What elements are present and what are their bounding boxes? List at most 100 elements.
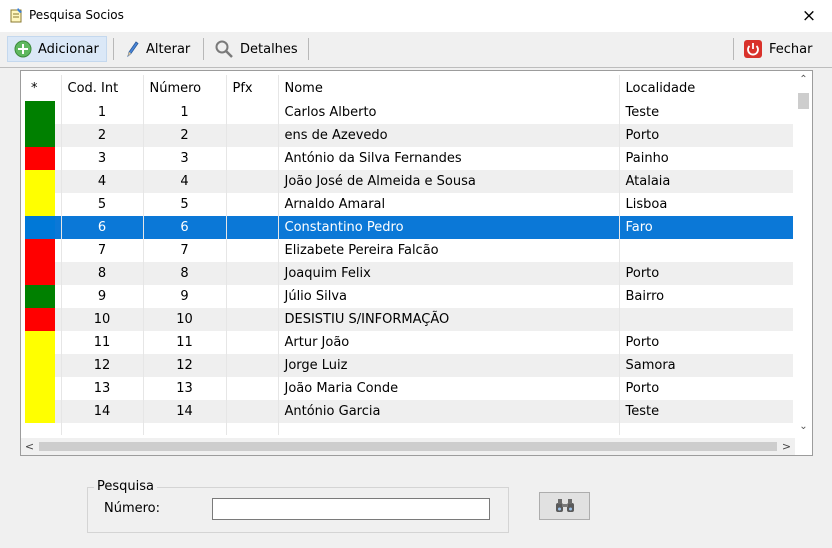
pfx-cell	[226, 124, 279, 147]
empty-cell	[278, 423, 620, 435]
vertical-scroll-thumb[interactable]	[798, 93, 809, 109]
table-row[interactable]: 6 6 Constantino Pedro Faro	[25, 216, 793, 239]
table-row[interactable]: 14 14 António Garcia Teste	[25, 400, 793, 423]
column-header-nome[interactable]: Nome	[278, 75, 620, 101]
members-table: * Cod. Int Número Pfx Nome Localidade 11…	[25, 75, 793, 435]
cod-int-cell: 7	[61, 239, 144, 262]
row-marker-cell	[25, 354, 62, 377]
status-marker	[25, 308, 55, 331]
table-row-empty	[25, 423, 793, 435]
localidade-cell: Lisboa	[619, 193, 793, 216]
pfx-cell	[226, 193, 279, 216]
nome-cell: Constantino Pedro	[278, 216, 620, 239]
column-header-pfx[interactable]: Pfx	[226, 75, 279, 101]
close-button-label: Fechar	[769, 41, 813, 57]
empty-cell	[619, 423, 793, 435]
nome-cell: Júlio Silva	[278, 285, 620, 308]
toolbar-separator	[733, 38, 734, 60]
toolbar-separator	[113, 38, 114, 60]
pfx-cell	[226, 331, 279, 354]
empty-cell	[226, 423, 279, 435]
find-button[interactable]	[539, 492, 590, 520]
row-marker-cell	[25, 216, 62, 239]
column-header-numero[interactable]: Número	[143, 75, 227, 101]
scroll-up-icon[interactable]: ⌃	[795, 71, 812, 88]
cod-int-cell: 5	[61, 193, 144, 216]
localidade-cell: Teste	[619, 400, 793, 423]
nome-cell: Elizabete Pereira Falcão	[278, 239, 620, 262]
table-row[interactable]: 8 8 Joaquim Felix Porto	[25, 262, 793, 285]
table-row[interactable]: 2 2 ens de Azevedo Porto	[25, 124, 793, 147]
window-title: Pesquisa Socios	[29, 8, 124, 22]
window-close-button[interactable]: ×	[794, 4, 824, 28]
add-circle-icon	[14, 40, 32, 58]
notepad-icon	[8, 7, 24, 23]
row-marker-cell	[25, 400, 62, 423]
scroll-down-icon[interactable]: ⌄	[795, 418, 812, 435]
add-button[interactable]: Adicionar	[7, 36, 107, 62]
vertical-scrollbar[interactable]: ⌃ ⌄	[795, 71, 812, 435]
status-marker	[25, 262, 55, 285]
empty-cell	[143, 423, 227, 435]
localidade-cell: Porto	[619, 262, 793, 285]
pfx-cell	[226, 101, 279, 124]
table-row[interactable]: 1 1 Carlos Alberto Teste	[25, 101, 793, 124]
title-bar: Pesquisa Socios ×	[0, 0, 832, 32]
row-marker-cell	[25, 262, 62, 285]
nome-cell: Joaquim Felix	[278, 262, 620, 285]
toolbar-separator	[203, 38, 204, 60]
edit-button[interactable]: Alterar	[118, 36, 196, 62]
table-row[interactable]: 11 11 Artur João Porto	[25, 331, 793, 354]
close-button[interactable]: Fechar	[737, 36, 818, 62]
toolbar: Adicionar Alterar Detalhes Fechar	[0, 32, 832, 68]
horizontal-scroll-thumb[interactable]	[39, 442, 777, 451]
nome-cell: DESISTIU S/INFORMAÇÃO	[278, 308, 620, 331]
members-grid[interactable]: * Cod. Int Número Pfx Nome Localidade 11…	[20, 70, 813, 456]
localidade-cell	[619, 308, 793, 331]
numero-cell: 10	[143, 308, 227, 331]
column-header-cod-int[interactable]: Cod. Int	[61, 75, 144, 101]
numero-cell: 5	[143, 193, 227, 216]
empty-cell	[25, 423, 62, 435]
pfx-cell	[226, 262, 279, 285]
column-header-localidade[interactable]: Localidade	[619, 75, 793, 101]
numero-cell: 12	[143, 354, 227, 377]
localidade-cell: Samora	[619, 354, 793, 377]
table-row[interactable]: 13 13 João Maria Conde Porto	[25, 377, 793, 400]
details-button[interactable]: Detalhes	[208, 36, 304, 62]
power-icon	[744, 40, 762, 58]
status-marker	[25, 354, 55, 377]
table-row[interactable]: 10 10 DESISTIU S/INFORMAÇÃO	[25, 308, 793, 331]
localidade-cell: Atalaia	[619, 170, 793, 193]
pfx-cell	[226, 147, 279, 170]
table-row[interactable]: 12 12 Jorge Luiz Samora	[25, 354, 793, 377]
binoculars-icon	[555, 499, 574, 512]
table-row[interactable]: 9 9 Júlio Silva Bairro	[25, 285, 793, 308]
cod-int-cell: 6	[61, 216, 144, 239]
nome-cell: ens de Azevedo	[278, 124, 620, 147]
table-row[interactable]: 5 5 Arnaldo Amaral Lisboa	[25, 193, 793, 216]
numero-cell: 6	[143, 216, 227, 239]
cod-int-cell: 10	[61, 308, 144, 331]
horizontal-scrollbar[interactable]: < >	[21, 438, 795, 455]
numero-cell: 8	[143, 262, 227, 285]
numero-cell: 2	[143, 124, 227, 147]
table-row[interactable]: 4 4 João José de Almeida e Sousa Atalaia	[25, 170, 793, 193]
cod-int-cell: 13	[61, 377, 144, 400]
table-row[interactable]: 7 7 Elizabete Pereira Falcão	[25, 239, 793, 262]
nome-cell: Jorge Luiz	[278, 354, 620, 377]
localidade-cell: Porto	[619, 331, 793, 354]
status-marker	[25, 400, 55, 423]
cod-int-cell: 4	[61, 170, 144, 193]
numero-search-input[interactable]	[212, 498, 490, 520]
numero-cell: 13	[143, 377, 227, 400]
status-marker	[25, 147, 55, 170]
row-marker-cell	[25, 147, 62, 170]
row-marker-cell	[25, 170, 62, 193]
column-header-marker[interactable]: *	[25, 75, 62, 101]
scroll-right-icon[interactable]: >	[778, 438, 795, 455]
pfx-cell	[226, 285, 279, 308]
nome-cell: Artur João	[278, 331, 620, 354]
scroll-left-icon[interactable]: <	[21, 438, 38, 455]
table-row[interactable]: 3 3 António da Silva Fernandes Painho	[25, 147, 793, 170]
